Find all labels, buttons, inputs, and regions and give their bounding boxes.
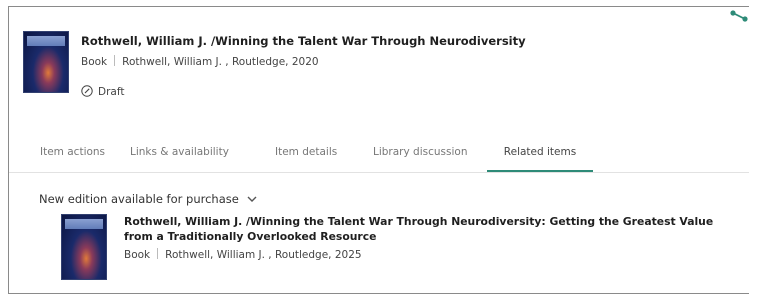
- draft-status: Draft: [81, 85, 124, 98]
- record-details: Rothwell, William J. , Routledge, 2020: [122, 56, 319, 68]
- new-edition-dropdown[interactable]: New edition available for purchase: [39, 192, 257, 206]
- new-edition-label: New edition available for purchase: [39, 192, 239, 206]
- cover-title-band: [65, 219, 103, 229]
- related-item-type: Book: [124, 249, 151, 261]
- meta-separator: [157, 248, 159, 259]
- item-record-panel: Rothwell, William J. /Winning the Talent…: [8, 6, 749, 294]
- related-item-title[interactable]: Rothwell, William J. /Winning the Talent…: [124, 214, 724, 244]
- book-cover-thumbnail[interactable]: [23, 31, 69, 93]
- tab-library-discussion[interactable]: Library discussion: [373, 140, 467, 170]
- tab-item-actions[interactable]: Item actions: [40, 140, 105, 170]
- record-type: Book: [81, 56, 108, 68]
- chevron-down-icon: [247, 196, 257, 202]
- tabs-divider: [9, 172, 749, 173]
- related-book-cover[interactable]: [61, 214, 107, 280]
- related-item-details: Rothwell, William J. , Routledge, 2025: [165, 249, 362, 261]
- tab-related-items[interactable]: Related items: [487, 140, 593, 172]
- record-meta: Book Rothwell, William J. , Routledge, 20…: [81, 55, 319, 68]
- related-item-meta: Book Rothwell, William J. , Routledge, 20…: [124, 248, 362, 261]
- edit-circle-icon: [81, 85, 93, 97]
- meta-separator: [114, 55, 116, 66]
- record-title[interactable]: Rothwell, William J. /Winning the Talent…: [81, 34, 526, 48]
- cover-title-band: [27, 36, 65, 46]
- tab-item-details[interactable]: Item details: [275, 140, 337, 170]
- draft-label: Draft: [98, 86, 125, 98]
- tab-bar: Item actions Links & availability Item d…: [9, 140, 749, 172]
- share-icon[interactable]: [727, 7, 749, 27]
- tab-links-availability[interactable]: Links & availability: [130, 140, 229, 170]
